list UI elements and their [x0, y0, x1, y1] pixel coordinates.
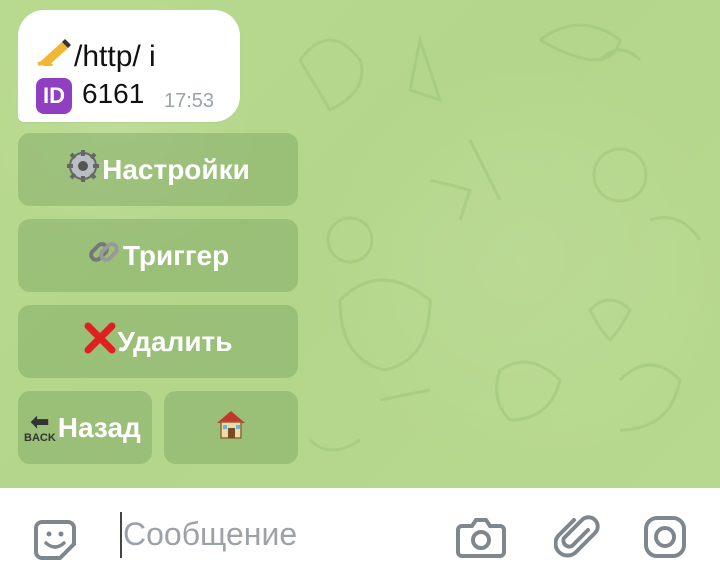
message-composer	[0, 488, 720, 587]
message-bubble: /http/ i ID 6161 17:53	[18, 10, 240, 122]
cross-mark-icon	[84, 322, 116, 361]
link-icon	[87, 235, 121, 276]
delete-button[interactable]: Удалить	[18, 305, 298, 378]
attach-icon[interactable]	[553, 512, 600, 566]
back-arrow-icon: ⬅ BACK	[24, 408, 56, 444]
delete-label: Удалить	[117, 325, 233, 357]
writing-hand-icon	[36, 36, 74, 74]
message-id-value: 6161	[82, 78, 145, 109]
settings-button[interactable]: Настройки	[18, 133, 298, 206]
home-button[interactable]	[164, 391, 298, 464]
settings-label: Настройки	[102, 153, 250, 185]
text-caret	[120, 512, 122, 558]
back-icon-text: BACK	[24, 431, 56, 444]
message-text: /http/ i	[74, 40, 156, 73]
camera-icon[interactable]	[456, 514, 506, 564]
back-button[interactable]: ⬅ BACK Назад	[18, 391, 152, 464]
message-line-1: /http/ i	[36, 36, 156, 74]
message-input[interactable]: Сообщение	[123, 516, 297, 553]
instagram-icon[interactable]	[642, 514, 688, 564]
house-icon	[214, 407, 248, 448]
message-timestamp: 17:53	[164, 90, 215, 112]
gear-icon	[66, 149, 100, 190]
trigger-label: Триггер	[122, 239, 230, 271]
id-badge-icon: ID	[36, 78, 72, 114]
sticker-icon[interactable]	[32, 516, 78, 566]
trigger-button[interactable]: Триггер	[18, 219, 298, 292]
back-label: Назад	[57, 411, 141, 443]
